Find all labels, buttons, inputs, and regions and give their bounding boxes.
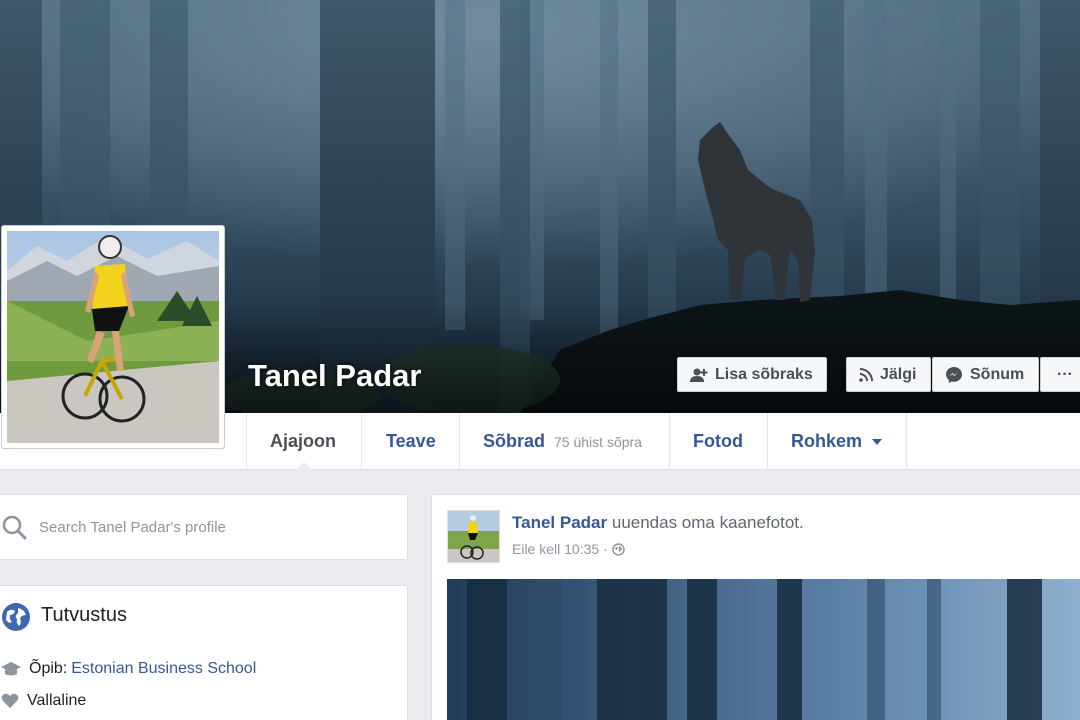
nav-divider [669,413,670,470]
intro-relationship: Vallaline [1,692,86,710]
message-button[interactable]: Sõnum [932,357,1039,392]
active-tab-indicator [296,462,312,470]
graduation-cap-icon [1,662,21,676]
post-header: Tanel Padar uuendas oma kaanefotot. [512,513,804,533]
search-placeholder: Search Tanel Padar's profile [39,518,226,536]
intro-card: Tutvustus Õpib: Estonian Business School… [0,585,408,720]
search-icon [2,515,27,540]
public-globe-icon [611,542,625,556]
post-card: Tanel Padar uuendas oma kaanefotot. Eile… [431,494,1080,720]
messenger-icon [946,366,962,383]
message-label: Sõnum [970,365,1025,383]
add-friend-label: Lisa sõbraks [715,365,813,383]
tab-more-label: Rohkem [791,431,863,451]
tab-more[interactable]: Rohkem [791,413,883,470]
intro-title: Tutvustus [41,604,127,626]
studies-label: Õpib: [29,660,68,677]
nav-divider [459,413,460,470]
nav-divider [906,413,907,470]
tab-about-label: Teave [386,431,436,451]
add-friend-button[interactable]: Lisa sõbraks [677,357,827,392]
follow-label: Jälgi [880,365,917,383]
school-link[interactable]: Estonian Business School [71,660,256,678]
nav-divider [767,413,768,470]
caret-down-icon [872,438,883,445]
post-time-text[interactable]: Eile kell 10:35 · [512,541,608,557]
add-friend-icon [690,368,708,382]
more-options-button[interactable]: ··· [1040,357,1080,392]
profile-picture[interactable] [1,225,225,449]
mutual-friends-count: 75 ühist sõpra [554,433,642,450]
post-action-text: uuendas oma kaanefotot. [611,513,804,532]
post-timestamp: Eile kell 10:35 · [512,541,625,557]
heart-icon [1,693,19,708]
post-author-avatar[interactable] [447,510,500,563]
tab-timeline-label: Ajajoon [270,431,336,451]
intro-studies: Õpib: Estonian Business School [1,660,256,678]
nav-divider [246,413,247,470]
profile-search[interactable]: Search Tanel Padar's profile [0,494,408,560]
globe-icon [2,603,30,631]
post-forest-image [447,579,1080,720]
tab-photos[interactable]: Fotod [693,413,743,470]
relationship-status: Vallaline [27,692,87,709]
post-cover-image[interactable] [447,579,1080,720]
post-author-name[interactable]: Tanel Padar [512,513,607,532]
avatar-image [448,511,499,562]
cyclist-photo [7,231,219,443]
tab-friends-label: Sõbrad [483,431,546,451]
profile-name[interactable]: Tanel Padar [248,358,421,394]
nav-divider [361,413,362,470]
tab-about[interactable]: Teave [386,413,436,470]
more-options-label: ··· [1057,365,1073,383]
tab-friends[interactable]: Sõbrad 75 ühist sõpra [483,413,642,470]
follow-button[interactable]: Jälgi [846,357,931,392]
tab-photos-label: Fotod [693,431,743,451]
rss-icon [859,367,873,382]
